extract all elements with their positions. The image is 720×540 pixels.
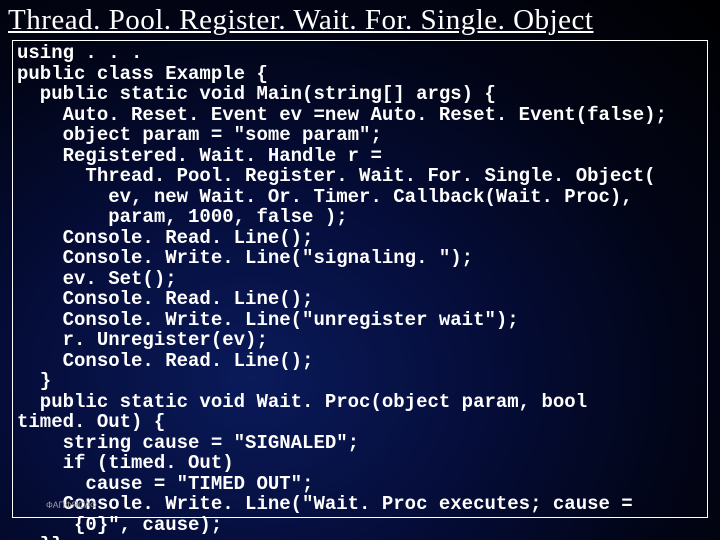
code-box: using . . . public class Example { publi…: [12, 40, 708, 518]
slide-title: Thread. Pool. Register. Wait. For. Singl…: [0, 0, 720, 37]
slide: Thread. Pool. Register. Wait. For. Singl…: [0, 0, 720, 540]
code-listing: using . . . public class Example { publi…: [17, 43, 703, 540]
footer-label: ФАПФЯСАФ: [46, 500, 97, 510]
